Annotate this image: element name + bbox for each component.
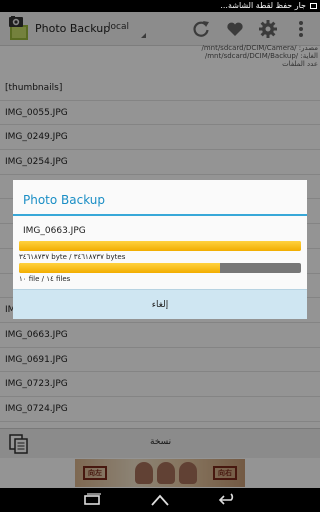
total-progress-fill [19, 263, 221, 273]
dialog-divider [13, 214, 307, 216]
total-progress-text: ١٠ file / ١٤ files [19, 275, 71, 283]
current-file-name: IMG_0663.JPG [23, 226, 86, 236]
back-icon [218, 493, 234, 505]
file-progress-bar [19, 241, 301, 251]
back-button[interactable] [218, 492, 238, 508]
recent-apps-icon [84, 493, 101, 505]
cancel-button[interactable]: إلغاء [13, 289, 307, 319]
home-icon [151, 494, 169, 506]
navigation-bar [0, 488, 320, 512]
notification-text: جار حفظ لقطة الشاشة... [220, 1, 306, 10]
dialog-title: Photo Backup [23, 193, 106, 207]
file-progress-fill [19, 241, 301, 251]
screenshot-notification-icon [310, 3, 317, 9]
home-button[interactable] [150, 492, 170, 508]
total-progress-bar [19, 263, 301, 273]
status-bar: جار حفظ لقطة الشاشة... [0, 0, 320, 12]
backup-progress-dialog: Photo Backup IMG_0663.JPG ٣٤٦١٨٧٣٧ byte … [13, 180, 307, 319]
file-progress-text: ٣٤٦١٨٧٣٧ byte / ٣٤٦١٨٧٣٧ bytes [19, 253, 126, 261]
recent-apps-button[interactable] [82, 492, 102, 508]
